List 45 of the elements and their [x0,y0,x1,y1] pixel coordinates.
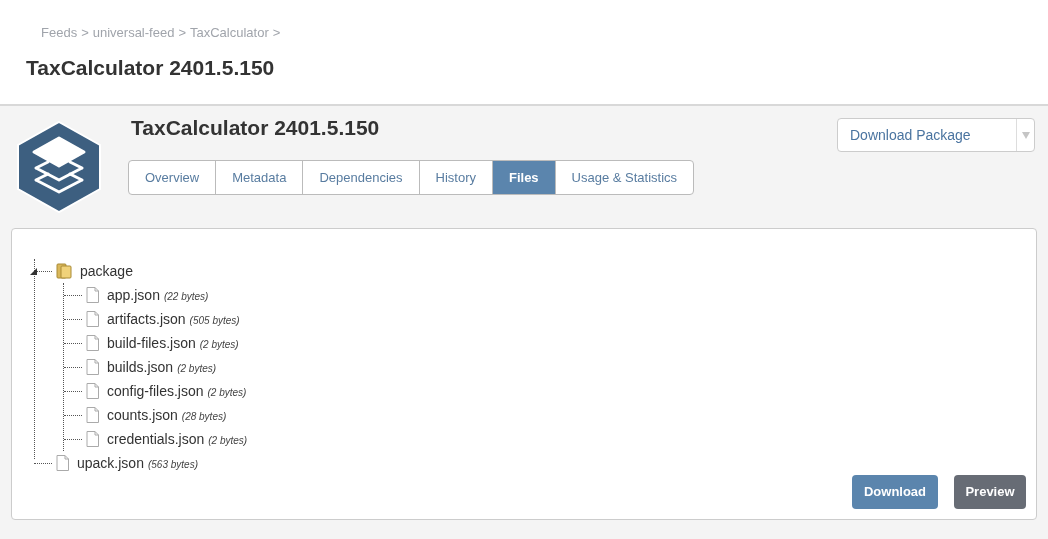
package-title: TaxCalculator 2401.5.150 [131,115,380,141]
file-icon [86,287,99,303]
breadcrumb-link[interactable]: TaxCalculator [190,23,269,43]
tab[interactable]: History [418,161,492,194]
tab[interactable]: Files [491,161,555,194]
file-icon [86,407,99,423]
file-size: (2 bytes) [207,386,247,400]
file-name[interactable]: builds.json [107,356,174,378]
page-title: TaxCalculator 2401.5.150 [26,54,276,81]
file-icon [86,431,99,447]
file-icon [86,311,99,327]
folder-icon [56,263,72,279]
file-size: (28 bytes) [181,410,227,424]
folder-name[interactable]: package [80,260,133,282]
file-icon [86,359,99,375]
file-icon [56,455,69,471]
tab[interactable]: Metadata [215,161,303,194]
tab[interactable]: Usage & Statistics [554,161,694,194]
caret-icon [1021,131,1030,139]
file-size: (22 bytes) [163,290,209,304]
breadcrumb-separator: > [81,24,89,42]
file-size: (2 bytes) [199,338,239,352]
package-logo-icon [14,120,104,214]
file-name[interactable]: app.json [107,284,160,306]
file-name[interactable]: build-files.json [107,332,196,354]
file-icon [86,335,99,351]
tab[interactable]: Dependencies [302,161,419,194]
breadcrumb-separator: > [272,24,281,42]
file-size: (2 bytes) [208,434,248,448]
download-button[interactable]: Download [852,475,938,509]
file-icon [86,383,99,399]
collapse-toggle-icon[interactable] [30,268,37,275]
download-package-dropdown[interactable]: Download Package [837,118,1035,152]
file-size: (505 bytes) [189,314,240,328]
file-name[interactable]: config-files.json [107,380,204,402]
file-name[interactable]: upack.json [77,452,144,474]
file-name[interactable]: artifacts.json [107,308,186,330]
file-name[interactable]: credentials.json [107,428,205,450]
file-size: (563 bytes) [147,458,198,472]
breadcrumb-separator: > [178,24,186,42]
file-name[interactable]: counts.json [107,404,178,426]
file-size: (2 bytes) [177,362,217,376]
preview-button[interactable]: Preview [954,475,1026,509]
breadcrumb-link[interactable]: Feeds [41,23,78,43]
tab[interactable]: Overview [129,161,216,194]
